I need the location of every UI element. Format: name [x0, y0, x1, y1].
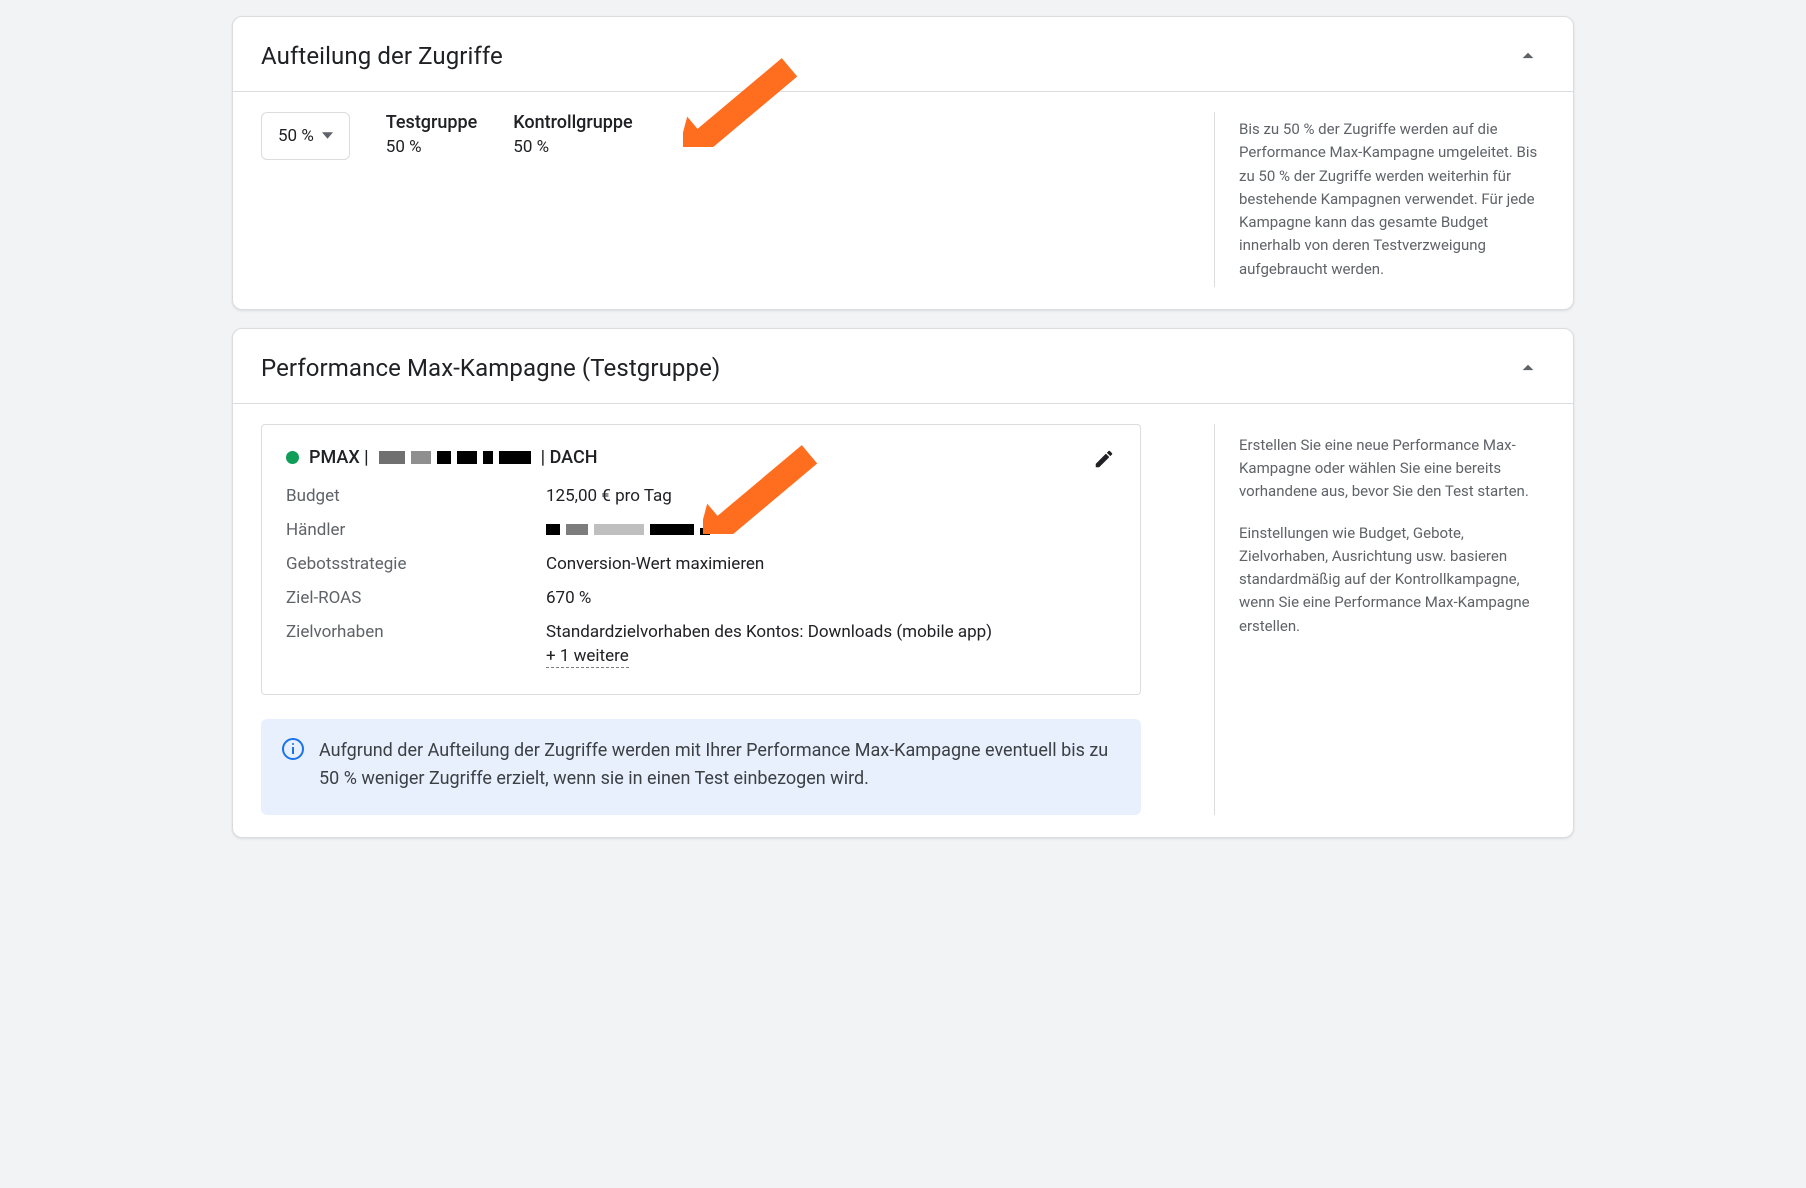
campaign-name-suffix: | DACH	[541, 447, 598, 468]
chevron-up-icon	[1515, 43, 1541, 69]
collapse-toggle[interactable]	[1511, 39, 1545, 73]
caret-down-icon	[322, 126, 333, 146]
split-value: 50 %	[278, 126, 314, 146]
goals-value: Standardzielvorhaben des Kontos: Downloa…	[546, 622, 1116, 668]
help-text-2: Einstellungen wie Budget, Gebote, Zielvo…	[1239, 522, 1549, 638]
target-roas-value: 670 %	[546, 588, 1116, 608]
bid-strategy-label: Gebotsstrategie	[286, 554, 546, 574]
campaign-name-prefix: PMAX |	[309, 447, 369, 468]
goals-label: Zielvorhaben	[286, 622, 546, 668]
chevron-up-icon	[1515, 355, 1541, 381]
info-text: Aufgrund der Aufteilung der Zugriffe wer…	[319, 740, 1108, 789]
target-roas-label: Ziel-ROAS	[286, 588, 546, 608]
pmax-testgroup-section: Performance Max-Kampagne (Testgruppe) PM…	[232, 328, 1574, 838]
redacted-text	[546, 524, 710, 535]
more-goals-link[interactable]: + 1 weitere	[546, 646, 629, 668]
budget-value: 125,00 € pro Tag	[546, 486, 1116, 506]
traffic-split-help: Bis zu 50 % der Zugriffe werden auf die …	[1214, 112, 1559, 287]
traffic-split-section: Aufteilung der Zugriffe 50 % Testgruppe	[232, 16, 1574, 310]
pencil-icon	[1093, 448, 1115, 470]
edit-campaign-button[interactable]	[1084, 439, 1124, 479]
info-icon	[281, 737, 305, 761]
control-group: Kontrollgruppe 50 %	[513, 112, 632, 157]
bid-strategy-value: Conversion-Wert maximieren	[546, 554, 1116, 574]
control-group-label: Kontrollgruppe	[513, 112, 632, 133]
campaign-summary-card: PMAX | | DACH Budget 125,	[261, 424, 1141, 695]
redacted-text	[379, 451, 531, 464]
test-group: Testgruppe 50 %	[386, 112, 477, 157]
campaign-title: PMAX | | DACH	[286, 447, 1116, 468]
status-indicator-icon	[286, 451, 299, 464]
test-group-label: Testgruppe	[386, 112, 477, 133]
merchant-value	[546, 520, 1116, 540]
traffic-split-select[interactable]: 50 %	[261, 112, 350, 160]
test-group-value: 50 %	[386, 137, 477, 157]
pmax-help: Erstellen Sie eine neue Performance Max-…	[1214, 424, 1559, 815]
section-title: Performance Max-Kampagne (Testgruppe)	[261, 354, 720, 382]
collapse-toggle[interactable]	[1511, 351, 1545, 385]
merchant-label: Händler	[286, 520, 546, 540]
info-banner: Aufgrund der Aufteilung der Zugriffe wer…	[261, 719, 1141, 815]
section-title: Aufteilung der Zugriffe	[261, 42, 503, 70]
control-group-value: 50 %	[513, 137, 632, 157]
budget-label: Budget	[286, 486, 546, 506]
help-text-1: Erstellen Sie eine neue Performance Max-…	[1239, 434, 1549, 504]
